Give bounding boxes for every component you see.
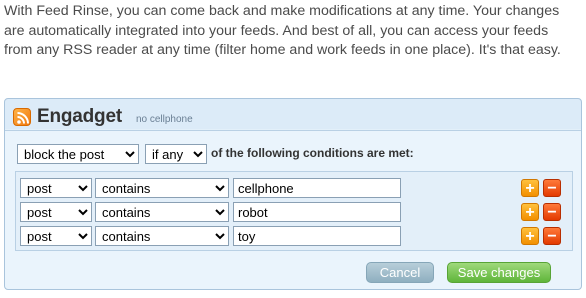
add-condition-button[interactable]: + [521,179,539,197]
match-select[interactable]: if any [145,144,207,164]
condition-value-input[interactable] [233,226,401,246]
action-select[interactable]: block the post [17,144,139,164]
condition-value-input[interactable] [233,202,401,222]
intro-paragraph: With Feed Rinse, you can come back and m… [4,3,561,58]
header-divider [5,130,581,131]
remove-condition-button[interactable]: − [543,203,561,221]
condition-field-select[interactable]: post [20,178,92,198]
condition-operator-select[interactable]: contains [95,202,229,222]
feed-filter-panel: Engadget no cellphone block the post if … [4,98,582,290]
save-changes-button[interactable]: Save changes [447,262,551,283]
condition-field-select[interactable]: post [20,226,92,246]
feed-header: Engadget no cellphone [13,105,193,129]
add-condition-button[interactable]: + [521,203,539,221]
condition-operator-select[interactable]: contains [95,178,229,198]
cancel-button[interactable]: Cancel [366,262,434,283]
match-label: of the following conditions are met: [211,146,414,160]
condition-operator-select[interactable]: contains [95,226,229,246]
conditions-box: post contains + − post contains + − post… [15,171,573,251]
feed-subtitle: no cellphone [135,114,193,125]
condition-value-input[interactable] [233,178,401,198]
condition-field-select[interactable]: post [20,202,92,222]
add-condition-button[interactable]: + [521,227,539,245]
feed-title: Engadget [37,106,122,127]
remove-condition-button[interactable]: − [543,227,561,245]
remove-condition-button[interactable]: − [543,179,561,197]
rss-icon [13,108,31,126]
